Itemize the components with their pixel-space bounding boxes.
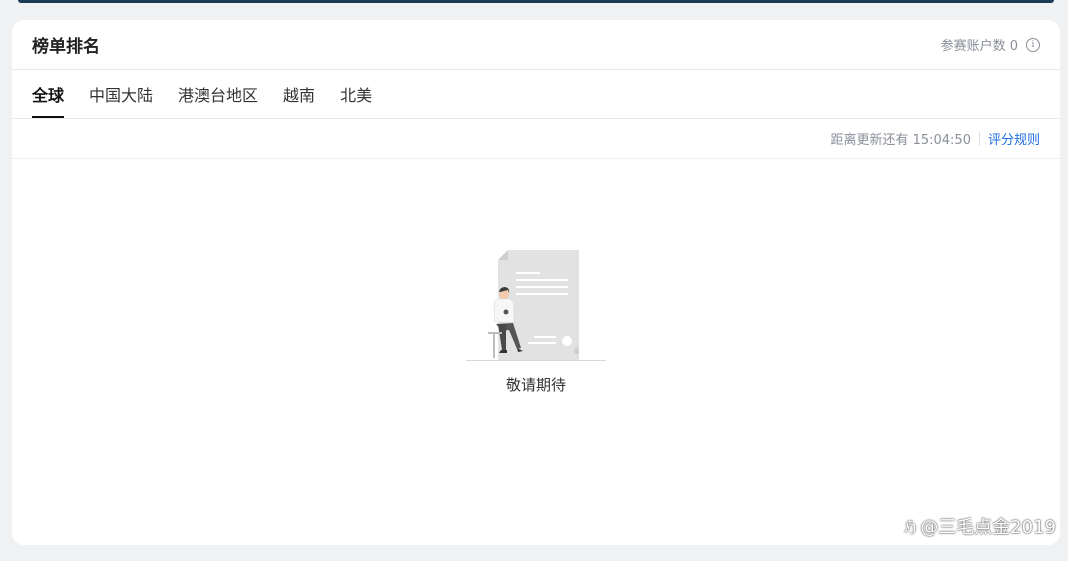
- top-banner-edge: [18, 0, 1054, 3]
- tab-global[interactable]: 全球: [32, 70, 65, 118]
- empty-state: 敬请期待: [12, 250, 1060, 395]
- divider: [978, 131, 980, 146]
- participant-count: 参赛账户数 0 i: [941, 35, 1040, 54]
- tab-mainland-china[interactable]: 中国大陆: [89, 70, 153, 118]
- participant-count-label: 参赛账户数 0: [940, 39, 1018, 54]
- info-icon[interactable]: i: [1026, 37, 1040, 52]
- tab-vietnam[interactable]: 越南: [283, 70, 315, 118]
- region-tabs: 全球 中国大陆 港澳台地区 越南 北美: [12, 70, 1060, 119]
- leaderboard-card: 榜单排名 参赛账户数 0 i 全球 中国大陆 港澳台地区 越南 北美 距离更新还…: [12, 20, 1060, 545]
- update-bar: 距离更新还有 15:04:50 评分规则: [12, 119, 1060, 159]
- scoring-rules-link[interactable]: 评分规则: [988, 129, 1040, 148]
- coming-soon-text: 敬请期待: [505, 376, 566, 394]
- card-title: 榜单排名: [32, 37, 100, 57]
- zhihu-logo-icon: ℌ: [904, 516, 917, 536]
- update-countdown: 距离更新还有 15:04:50: [830, 133, 971, 148]
- watermark: ℌ @三毛点金2019: [904, 513, 1056, 539]
- empty-state-illustration: [466, 250, 606, 361]
- card-header: 榜单排名 参赛账户数 0 i: [12, 20, 1060, 70]
- tab-hk-macau-taiwan[interactable]: 港澳台地区: [178, 70, 258, 118]
- tab-north-america[interactable]: 北美: [340, 70, 372, 118]
- watermark-text: @三毛点金2019: [920, 517, 1056, 538]
